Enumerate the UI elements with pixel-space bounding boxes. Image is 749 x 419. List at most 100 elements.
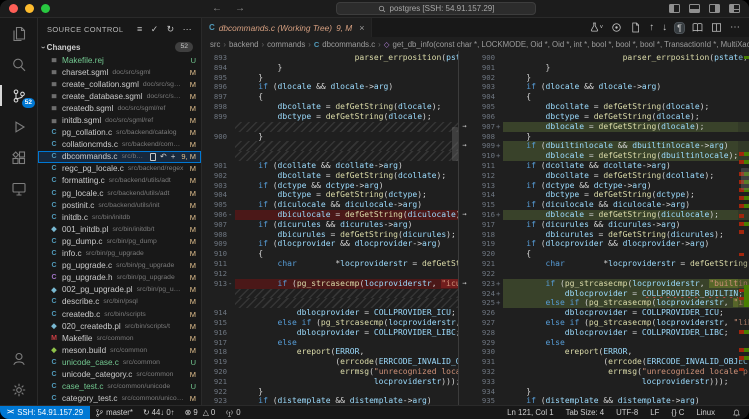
revert-block-arrow-icon[interactable]: → (459, 279, 470, 289)
code-line[interactable]: 935 if (distemplate && distemplate->arg) (459, 396, 749, 405)
close-tab-icon[interactable]: × (359, 23, 364, 33)
breadcrumb-item[interactable]: dbcommands.c (322, 40, 375, 49)
code-line[interactable]: 900 } (202, 132, 458, 142)
code-line[interactable]: 896 if (dlocale && dlocale->arg) (202, 82, 458, 92)
activity-run-debug-icon[interactable] (0, 111, 38, 142)
code-line[interactable]: 926 dblocprovider = COLLPROVIDER_ICU; (459, 308, 749, 318)
code-line[interactable]: 914 dbctype = defGetString(dctype); (459, 190, 749, 200)
code-line[interactable]: 909 if (dlocprovider && dlocprovider->ar… (202, 239, 458, 249)
more-actions-icon[interactable]: ⋯ (730, 22, 740, 33)
code-line[interactable]: 895 } (202, 73, 458, 83)
code-line[interactable]: 933 locproviderstr))); (459, 377, 749, 387)
code-line[interactable]: 917 else (202, 338, 458, 348)
code-line[interactable]: 893 parser_errposition(pstate, dencod (202, 53, 458, 63)
view-and-sort-icon[interactable]: ≡ (137, 24, 143, 35)
code-line[interactable]: 898 dbcollate = defGetString(dlocale); (202, 102, 458, 112)
code-line[interactable]: 903 if (dlocale && dlocale->arg) (459, 82, 749, 92)
file-row[interactable]: Cpg_locale.csrc/backend/utils/adtM (38, 187, 201, 199)
code-line[interactable]: 918 ereport(ERROR, (202, 347, 458, 357)
revert-block-arrow-icon[interactable]: → (459, 122, 470, 132)
code-line[interactable]: 918 dbicurules = defGetString(dicurules)… (459, 230, 749, 240)
cursor-position[interactable]: Ln 121, Col 1 (501, 408, 559, 417)
open-file-icon[interactable] (150, 153, 156, 161)
code-line[interactable]: 912 (202, 269, 458, 279)
code-line[interactable]: 908 } (459, 132, 749, 142)
revert-block-arrow-icon[interactable]: → (459, 210, 470, 220)
customize-layout-icon[interactable] (729, 4, 740, 13)
revert-block-arrow-icon[interactable]: → (459, 141, 470, 151)
minimize-window-button[interactable] (25, 4, 34, 13)
code-line[interactable]: 913- if (pg_strcasecmp(locproviderstr, "… (202, 279, 458, 289)
code-line[interactable]: 907 if (dicurules && dicurules->arg) (202, 220, 458, 230)
more-actions-icon[interactable]: ⋯ (183, 24, 192, 35)
encoding[interactable]: UTF-8 (610, 408, 644, 417)
code-line[interactable]: 928 dblocprovider = COLLPROVIDER_LIBC; (459, 328, 749, 338)
code-line[interactable]: 921 locproviderstr))); (202, 377, 458, 387)
file-row[interactable]: Ccollationcmds.csrc/backend/commandsM (38, 139, 201, 151)
stage-changes-icon[interactable]: + (171, 152, 176, 161)
zoom-window-button[interactable] (41, 4, 50, 13)
file-row[interactable]: MMakefilesrc/commonM (38, 332, 201, 344)
code-line[interactable]: 899 dbctype = defGetString(dlocale); (202, 112, 458, 122)
render-whitespace-icon[interactable]: ¶ (675, 23, 684, 33)
activity-source-control-icon[interactable]: 52 (0, 80, 38, 111)
navigate-back-icon[interactable]: ← (212, 0, 222, 18)
code-line[interactable] (202, 122, 458, 132)
activity-search-icon[interactable] (0, 49, 38, 80)
code-line[interactable]: 906- dbiculocale = defGetString(diculoca… (202, 210, 458, 220)
notifications-bell[interactable] (727, 406, 749, 419)
code-line[interactable]: 924+ dblocprovider = COLLPROVIDER_BUILTI… (459, 289, 749, 299)
code-line[interactable]: 925+ else if (pg_strcasecmp(locproviders… (459, 298, 749, 308)
code-line[interactable]: 908 dbicurules = defGetString(dicurules)… (202, 230, 458, 240)
code-line[interactable]: 902 dbcollate = defGetString(dcollate); (202, 171, 458, 181)
code-line[interactable]: 905 if (diculocale && diculocale->arg) (202, 200, 458, 210)
file-row[interactable]: Cpostinit.csrc/backend/utils/initM (38, 199, 201, 211)
code-line[interactable]: 915 else if (pg_strcasecmp(locproviderst… (202, 318, 458, 328)
toggle-secondary-sidebar-icon[interactable] (709, 4, 720, 13)
git-sync-item[interactable]: ↻ 44↓ 0↑ (138, 406, 180, 419)
code-line[interactable]: 919 if (dlocprovider && dlocprovider->ar… (459, 239, 749, 249)
code-line[interactable] (202, 151, 458, 161)
next-change-icon[interactable]: ↓ (662, 22, 667, 33)
activity-accounts-icon[interactable] (0, 343, 38, 374)
commit-check-icon[interactable]: ✓ (151, 24, 159, 35)
file-row[interactable]: Cdescribe.csrc/bin/psqlM (38, 296, 201, 308)
code-line[interactable]: 919 (errcode(ERRCODE_INVALID_OBJECT_DEFI… (202, 357, 458, 367)
file-row[interactable]: Cinitdb.csrc/bin/initdbM (38, 211, 201, 223)
file-row[interactable]: Ccase_test.csrc/common/unicodeU (38, 381, 201, 393)
toggle-panel-icon[interactable] (689, 4, 700, 13)
code-line[interactable]: 920 { (459, 249, 749, 259)
refresh-icon[interactable]: ↻ (167, 24, 175, 35)
overview-ruler[interactable] (738, 51, 749, 405)
file-row[interactable]: ≣create_database.sgmldoc/src/sgml/refM (38, 90, 201, 102)
code-line[interactable]: →923+ if (pg_strcasecmp(locproviderstr, … (459, 279, 749, 289)
code-line[interactable]: 914 dblocprovider = COLLPROVIDER_ICU; (202, 308, 458, 318)
breadcrumb-item[interactable]: backend (229, 40, 258, 49)
toggle-sidebar-icon[interactable] (669, 4, 680, 13)
file-row[interactable]: Cregc_pg_locale.csrc/backend/regexM (38, 163, 201, 175)
code-line[interactable]: 901 if (dcollate && dcollate->arg) (202, 161, 458, 171)
file-row[interactable]: ◆meson.buildsrc/commonM (38, 344, 201, 356)
code-line[interactable]: 927 else if (pg_strcasecmp(locproviderst… (459, 318, 749, 328)
remote-os[interactable]: Linux (690, 408, 721, 417)
code-line[interactable]: 934 } (459, 387, 749, 397)
file-row[interactable]: ≣initdb.sgmldoc/src/sgml/refM (38, 114, 201, 126)
file-row[interactable]: Ccategory_test.csrc/common/unicodeM (38, 393, 201, 405)
code-line[interactable]: 916 dblocprovider = COLLPROVIDER_LIBC; (202, 328, 458, 338)
code-line[interactable]: 903 if (dctype && dctype->arg) (202, 181, 458, 191)
ports-item[interactable]: 0 (220, 406, 245, 419)
language-mode[interactable]: {} C (665, 408, 690, 417)
file-row[interactable]: ≣createdb.sgmldoc/src/sgml/refM (38, 102, 201, 114)
file-row[interactable]: Cinfo.csrc/bin/pg_upgradeM (38, 248, 201, 260)
file-row[interactable]: ≣charset.sgmldoc/src/sgmlM (38, 66, 201, 78)
file-row[interactable]: Cdbcommands.csrc/backend/...↶+9, M (38, 151, 201, 163)
code-line[interactable]: 931 (errcode(ERRCODE_INVALID_OBJECT_DEFI… (459, 357, 749, 367)
code-line[interactable] (202, 289, 458, 299)
open-file-icon[interactable] (630, 22, 641, 33)
code-line[interactable] (202, 298, 458, 308)
code-line[interactable]: 906 dbctype = defGetString(dlocale); (459, 112, 749, 122)
code-line[interactable]: 900 parser_errposition(pstate, dencod (459, 53, 749, 63)
scrollbar-slider[interactable] (741, 168, 749, 190)
code-line[interactable]: 897 { (202, 92, 458, 102)
code-line[interactable]: 923 if (distemplate && distemplate->arg) (202, 396, 458, 405)
